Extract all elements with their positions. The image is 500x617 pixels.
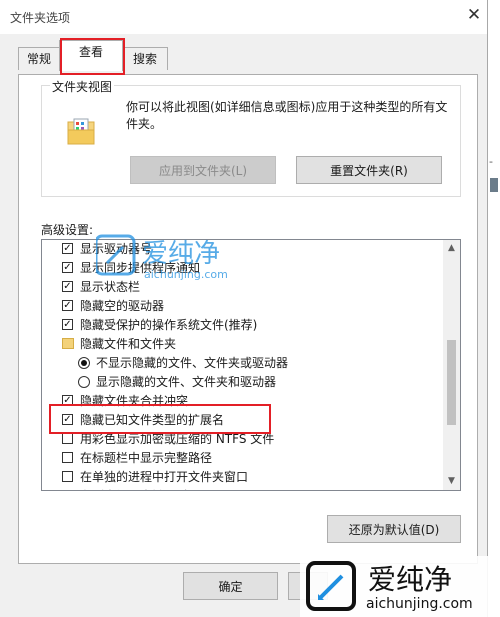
close-icon[interactable]: ✕ (463, 4, 485, 26)
background-window-strip: - (488, 0, 500, 617)
tab-search[interactable]: 搜索 (122, 47, 168, 70)
list-item-label: 显示隐藏的文件、文件夹和驱动器 (96, 375, 277, 389)
folder-views-description: 你可以将此视图(如详细信息或图标)应用于这种类型的所有文件夹。 (126, 100, 448, 131)
apply-to-folders-button[interactable]: 应用到文件夹(L) (130, 156, 276, 184)
ok-button[interactable]: 确定 (183, 572, 278, 600)
window-title: 文件夹选项 (10, 11, 71, 25)
list-item-label: 在标题栏中显示完整路径 (80, 451, 213, 465)
folder-icon (62, 338, 74, 349)
list-item-label: 隐藏已知文件类型的扩展名 (80, 413, 225, 427)
folder-views-label: 文件夹视图 (50, 78, 115, 95)
reset-folders-button[interactable]: 重置文件夹(R) (296, 156, 442, 184)
advanced-settings-list[interactable]: ✓ 显示驱动器号 ✓ 显示同步提供程序通知 ✓ 显示状态栏 ✓ 隐藏空的驱动器 ✓ 隐藏受保护的操… (41, 239, 461, 491)
checkbox[interactable]: ✓ (62, 243, 73, 254)
list-item-label: 显示状态栏 (80, 280, 141, 294)
list-item[interactable]: ✓ 隐藏已知文件类型的扩展名 (42, 411, 444, 430)
list-item: 隐藏文件和文件夹 (42, 335, 444, 354)
checkbox[interactable] (62, 452, 73, 463)
list-item[interactable]: 显示隐藏的文件、文件夹和驱动器 (42, 373, 444, 392)
list-item[interactable]: ✓ 显示同步提供程序通知 (42, 259, 444, 278)
checkbox[interactable] (62, 471, 73, 482)
checkbox[interactable]: ✓ (62, 281, 73, 292)
vertical-scrollbar[interactable]: ▲ ▼ (443, 240, 460, 490)
restore-defaults-button[interactable]: 还原为默认值(D) (327, 515, 461, 543)
list-item[interactable]: ✓ 隐藏空的驱动器 (42, 297, 444, 316)
checkbox[interactable]: ✓ (62, 319, 73, 330)
view-tab-panel: 文件夹视图 你可以将此视图(如详细信息或图标)应用于这种类型的所有文件夹。 应用… (18, 74, 478, 564)
folder-options-dialog: 文件夹选项 ✕ 常规 查看 搜索 文件夹视图 你可以将此视图(如详细信息或图标)… (0, 0, 488, 617)
checkbox[interactable]: ✓ (62, 414, 73, 425)
folder-icon (67, 118, 95, 145)
list-item[interactable]: 在标题栏中显示完整路径 (42, 449, 444, 468)
scroll-thumb[interactable] (447, 340, 456, 425)
title-bar: 文件夹选项 ✕ (0, 0, 487, 34)
list-item[interactable]: ✓ 隐藏文件夹合并冲突 (42, 392, 444, 411)
list-item-label: 隐藏受保护的操作系统文件(推荐) (80, 318, 258, 332)
checkbox[interactable]: ✓ (62, 300, 73, 311)
list-item-label: 在单独的进程中打开文件夹窗口 (80, 470, 249, 484)
list-item[interactable]: ✓ 显示驱动器号 (42, 240, 444, 259)
tab-general[interactable]: 常规 (18, 47, 60, 70)
scroll-down-icon[interactable]: ▼ (443, 473, 460, 490)
list-item-label: 显示同步提供程序通知 (80, 261, 201, 275)
tab-view[interactable]: 查看 (59, 40, 123, 71)
scroll-up-icon[interactable]: ▲ (443, 240, 460, 257)
list-item[interactable]: 不显示隐藏的文件、文件夹或驱动器 (42, 354, 444, 373)
list-item[interactable]: 用彩色显示加密或压缩的 NTFS 文件 (42, 430, 444, 449)
checkbox[interactable]: ✓ (62, 395, 73, 406)
list-item-label: 显示驱动器号 (80, 242, 153, 256)
cancel-button-partial[interactable] (288, 572, 328, 600)
list-item-label: 隐藏空的驱动器 (80, 299, 165, 313)
list-item-label: 不显示隐藏的文件、文件夹或驱动器 (96, 356, 289, 370)
advanced-settings-items: ✓ 显示驱动器号 ✓ 显示同步提供程序通知 ✓ 显示状态栏 ✓ 隐藏空的驱动器 ✓ 隐藏受保护的操… (42, 240, 444, 490)
list-item[interactable]: 在单独的进程中打开文件夹窗口 (42, 468, 444, 487)
checkbox[interactable]: ✓ (62, 262, 73, 273)
radio-button[interactable] (78, 376, 90, 388)
list-item-label: 在列表视图中键入时 (80, 487, 188, 490)
list-item-label: 隐藏文件夹合并冲突 (80, 394, 189, 408)
list-item[interactable]: ✓ 显示状态栏 (42, 278, 444, 297)
list-item: 在列表视图中键入时 (42, 487, 444, 490)
radio-button[interactable] (78, 357, 90, 369)
list-item-label: 用彩色显示加密或压缩的 NTFS 文件 (80, 432, 275, 446)
advanced-settings-label: 高级设置: (41, 223, 94, 237)
folder-views-group: 文件夹视图 你可以将此视图(如详细信息或图标)应用于这种类型的所有文件夹。 应用… (41, 78, 461, 197)
list-item[interactable]: ✓ 隐藏受保护的操作系统文件(推荐) (42, 316, 444, 335)
list-item-label: 隐藏文件和文件夹 (80, 337, 177, 351)
checkbox[interactable] (62, 433, 73, 444)
